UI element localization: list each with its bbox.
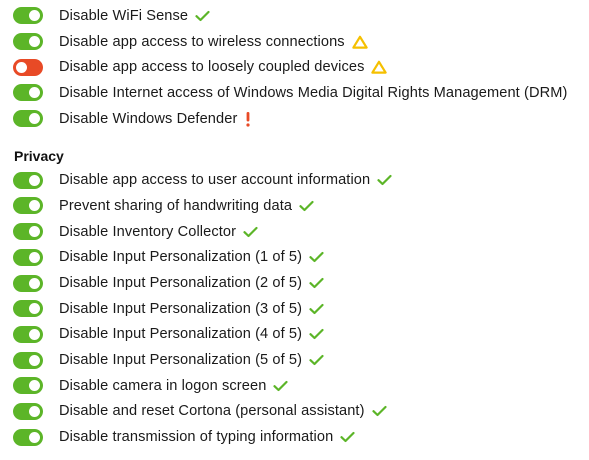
setting-row: Disable Inventory Collector [0,219,589,245]
toggle-switch[interactable] [13,351,43,369]
toggle-switch[interactable] [13,33,43,51]
setting-row: Disable Internet access of Windows Media… [0,80,589,106]
setting-row: Disable app access to user account infor… [0,167,589,193]
setting-label: Disable app access to wireless connectio… [59,33,345,50]
setting-row: Disable camera in logon screen [0,373,589,399]
toggle-knob [29,10,40,22]
setting-row: Disable Input Personalization (2 of 5) [0,270,589,296]
setting-label: Disable Input Personalization (3 of 5) [59,300,303,317]
setting-label: Disable Input Personalization (4 of 5) [59,326,303,343]
toggle-switch[interactable] [13,171,43,189]
setting-label: Disable and reset Cortona (personal assi… [59,403,365,420]
check-icon [371,405,387,417]
setting-label: Disable Input Personalization (1 of 5) [59,249,303,266]
setting-row: Disable WiFi Sense [0,3,589,29]
setting-label: Disable WiFi Sense [59,7,189,24]
toggle-knob [29,354,40,366]
setting-row: Disable Input Personalization (4 of 5) [0,322,589,348]
toggle-knob [29,251,40,263]
warning-icon [351,35,368,49]
settings-list: Disable WiFi Sense Disable app access to … [0,3,589,450]
setting-row: Disable Input Personalization (5 of 5) [0,347,589,373]
toggle-knob [29,277,40,289]
setting-row: Disable transmission of typing informati… [0,424,589,450]
toggle-switch[interactable] [13,7,43,25]
toggle-knob [29,328,40,340]
setting-label: Disable app access to loosely coupled de… [59,59,365,76]
toggle-switch[interactable] [13,84,43,102]
check-icon [243,226,258,238]
toggle-switch[interactable] [13,325,43,343]
privacy-section-header: Privacy [14,148,64,165]
setting-label: Disable Input Personalization (2 of 5) [59,275,303,292]
toggle-switch[interactable] [13,110,43,128]
toggle-knob [29,87,40,99]
toggle-switch[interactable] [13,300,43,318]
toggle-switch[interactable] [13,402,43,420]
setting-label: Disable Inventory Collector [59,223,237,240]
setting-label: Disable Internet access of Windows Media… [59,84,568,101]
toggle-knob [29,303,40,315]
check-icon [377,174,392,186]
setting-label: Disable Windows Defender [59,110,238,127]
toggle-knob [29,380,40,392]
check-icon [273,380,289,392]
toggle-knob [29,405,40,417]
exclamation-icon [244,111,252,127]
setting-row: Disable Input Personalization (1 of 5) [0,245,589,271]
check-icon [195,10,210,22]
setting-row: Disable app access to loosely coupled de… [0,54,589,80]
privacy-settings-group: Disable app access to user account infor… [0,167,589,450]
toggle-knob [29,113,40,125]
setting-label: Disable camera in logon screen [59,377,267,394]
toggle-switch[interactable] [13,428,43,446]
toggle-switch[interactable] [13,248,43,266]
setting-row: Disable Input Personalization (3 of 5) [0,296,589,322]
toggle-knob [29,174,40,186]
check-icon [340,431,355,443]
toggle-switch[interactable] [13,58,43,76]
check-icon [309,303,324,315]
toggle-switch[interactable] [13,377,43,395]
setting-label: Disable app access to user account infor… [59,172,371,189]
toggle-switch[interactable] [13,197,43,215]
check-icon [309,328,324,340]
toggle-switch[interactable] [13,223,43,241]
setting-row: Disable Windows Defender [0,106,589,132]
setting-row: Prevent sharing of handwriting data [0,193,589,219]
general-settings-group: Disable WiFi Sense Disable app access to … [0,3,589,131]
toggle-knob [16,61,27,73]
setting-row: Disable app access to wireless connectio… [0,29,589,55]
check-icon [299,200,314,212]
setting-label: Disable Input Personalization (5 of 5) [59,352,303,369]
toggle-switch[interactable] [13,274,43,292]
toggle-knob [29,431,40,443]
check-icon [309,354,324,366]
check-icon [309,251,324,263]
toggle-knob [29,226,40,238]
setting-label: Disable transmission of typing informati… [59,429,334,446]
setting-label: Prevent sharing of handwriting data [59,197,293,214]
toggle-knob [29,36,40,48]
warning-icon [371,60,388,74]
setting-row: Disable and reset Cortona (personal assi… [0,399,589,425]
check-icon [309,277,324,289]
toggle-knob [29,200,40,212]
